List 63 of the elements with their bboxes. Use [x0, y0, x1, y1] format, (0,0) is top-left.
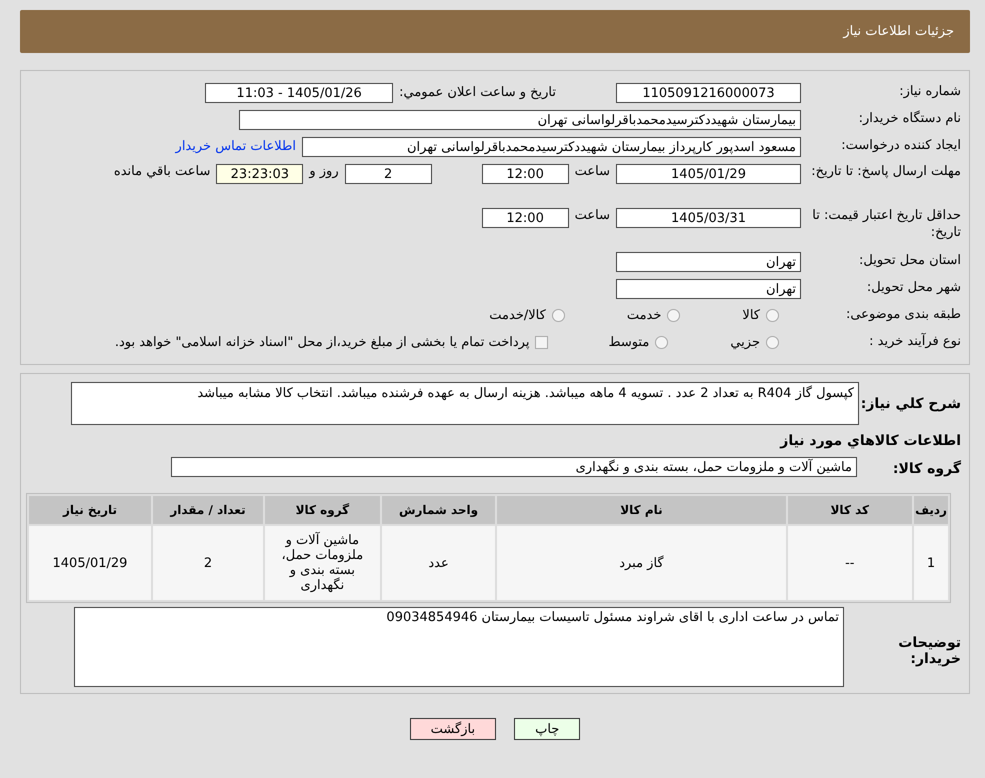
field-label: استان محل تحويل:: [858, 253, 962, 270]
table-cell: 2: [152, 526, 263, 600]
payment-note: پرداخت تمام يا بخشی از مبلغ خريد،از محل "اسناد خزانه اسلامی" خواهد بود.: [114, 335, 530, 350]
table-cell: --: [788, 526, 912, 600]
table-cell: 1405/01/29: [29, 526, 151, 600]
column-header: رديف: [914, 496, 948, 524]
field-label: توضیحات خریدار:: [897, 634, 962, 667]
radio-button[interactable]: [552, 309, 565, 322]
radio-label: کالا: [742, 308, 760, 323]
back-button[interactable]: بازگشت: [410, 718, 496, 740]
days-field: 2: [344, 164, 432, 184]
buyer-notes-box: تماس در ساعت اداری با اقای شراوند مسئول تاسیسات بیمارستان 09034854946: [74, 607, 844, 687]
column-header: واحد شمارش: [382, 496, 496, 524]
column-header: تاريخ نياز: [29, 496, 151, 524]
table-cell: عدد: [382, 526, 496, 600]
field-label: حداقل تاريخ اعتبار قيمت: تا تاریخ:: [811, 208, 962, 242]
days-label: روز و: [309, 164, 339, 179]
radio-button[interactable]: [667, 309, 680, 322]
description-box: کپسول گاز R404 به تعداد 2 عدد . تسویه 4 ماهه میباشد. هزینه ارسال به عهده فرشنده میباشد. انتخاب کالا مشابه میباشد: [71, 382, 859, 425]
table-cell: گاز مبرد: [497, 526, 786, 600]
radio-label: جزيي: [730, 335, 760, 350]
time-label: ساعت: [574, 208, 610, 223]
field-label: تاريخ و ساعت اعلان عمومي:: [399, 85, 556, 100]
city-field: تهران: [616, 278, 801, 298]
validity-date-field: 1405/03/31: [616, 208, 801, 228]
section-heading: اطلاعات كالاهاي مورد نياز: [778, 432, 962, 449]
table-cell: 1: [914, 526, 948, 600]
need-number-field: 1105091216000073: [616, 82, 801, 102]
announce-date-field: 1405/01/26 - 11:03: [205, 82, 394, 102]
field-label: نوع فرآيند خريد :: [868, 334, 962, 351]
column-header: گروه کالا: [264, 496, 380, 524]
page-title: جزئیات اطلاعات نیاز: [843, 24, 954, 39]
radio-button[interactable]: [766, 309, 779, 322]
radio-button[interactable]: [766, 336, 779, 349]
field-label: شهر محل تحويل:: [866, 280, 962, 297]
field-label: شرح کلي نياز:: [860, 395, 962, 412]
field-label: نام دستگاه خريدار:: [858, 111, 962, 128]
field-label: ايجاد کننده درخواست:: [840, 138, 962, 155]
time-label: ساعت: [574, 164, 610, 179]
buyer-contact-link[interactable]: اطلاعات تماس خريدار: [176, 139, 296, 154]
deadline-time-field: 12:00: [482, 164, 569, 184]
table-cell: ماشين آلات و ملزومات حمل، بسته بندی و نگهداری: [264, 526, 380, 600]
checkbox[interactable]: [535, 336, 548, 349]
column-header: کد کالا: [788, 496, 912, 524]
field-label: مهلت ارسال پاسخ: تا تاریخ:: [810, 164, 962, 181]
remaining-label: ساعت باقي مانده: [114, 164, 210, 179]
column-header: نام کالا: [497, 496, 786, 524]
field-label: طبقه بندی موضوعی:: [844, 307, 962, 324]
column-header: تعداد / مقدار: [152, 496, 263, 524]
validity-time-field: 12:00: [482, 208, 569, 228]
field-label: شماره نیاز:: [898, 84, 962, 101]
goods-group-field: ماشين آلات و ملزومات حمل، بسته بندی و نگهداری: [171, 457, 857, 477]
requester-field: مسعود اسدپور کارپرداز بيمارستان شهيددکترسيدمحمدباقرلواسانی تهران: [302, 136, 801, 156]
field-label: گروه کالا:: [892, 459, 962, 477]
radio-label: متوسط: [608, 335, 650, 350]
print-button[interactable]: چاپ: [514, 718, 580, 740]
radio-label: کالا/خدمت: [489, 308, 546, 323]
radio-label: خدمت: [626, 308, 662, 323]
remaining-time-field: 23:23:03: [216, 164, 304, 184]
radio-button[interactable]: [655, 336, 668, 349]
deadline-date-field: 1405/01/29: [616, 164, 801, 184]
buyer-field: بيمارستان شهيددکترسيدمحمدباقرلواسانی تهران: [239, 110, 801, 130]
province-field: تهران: [616, 252, 801, 272]
